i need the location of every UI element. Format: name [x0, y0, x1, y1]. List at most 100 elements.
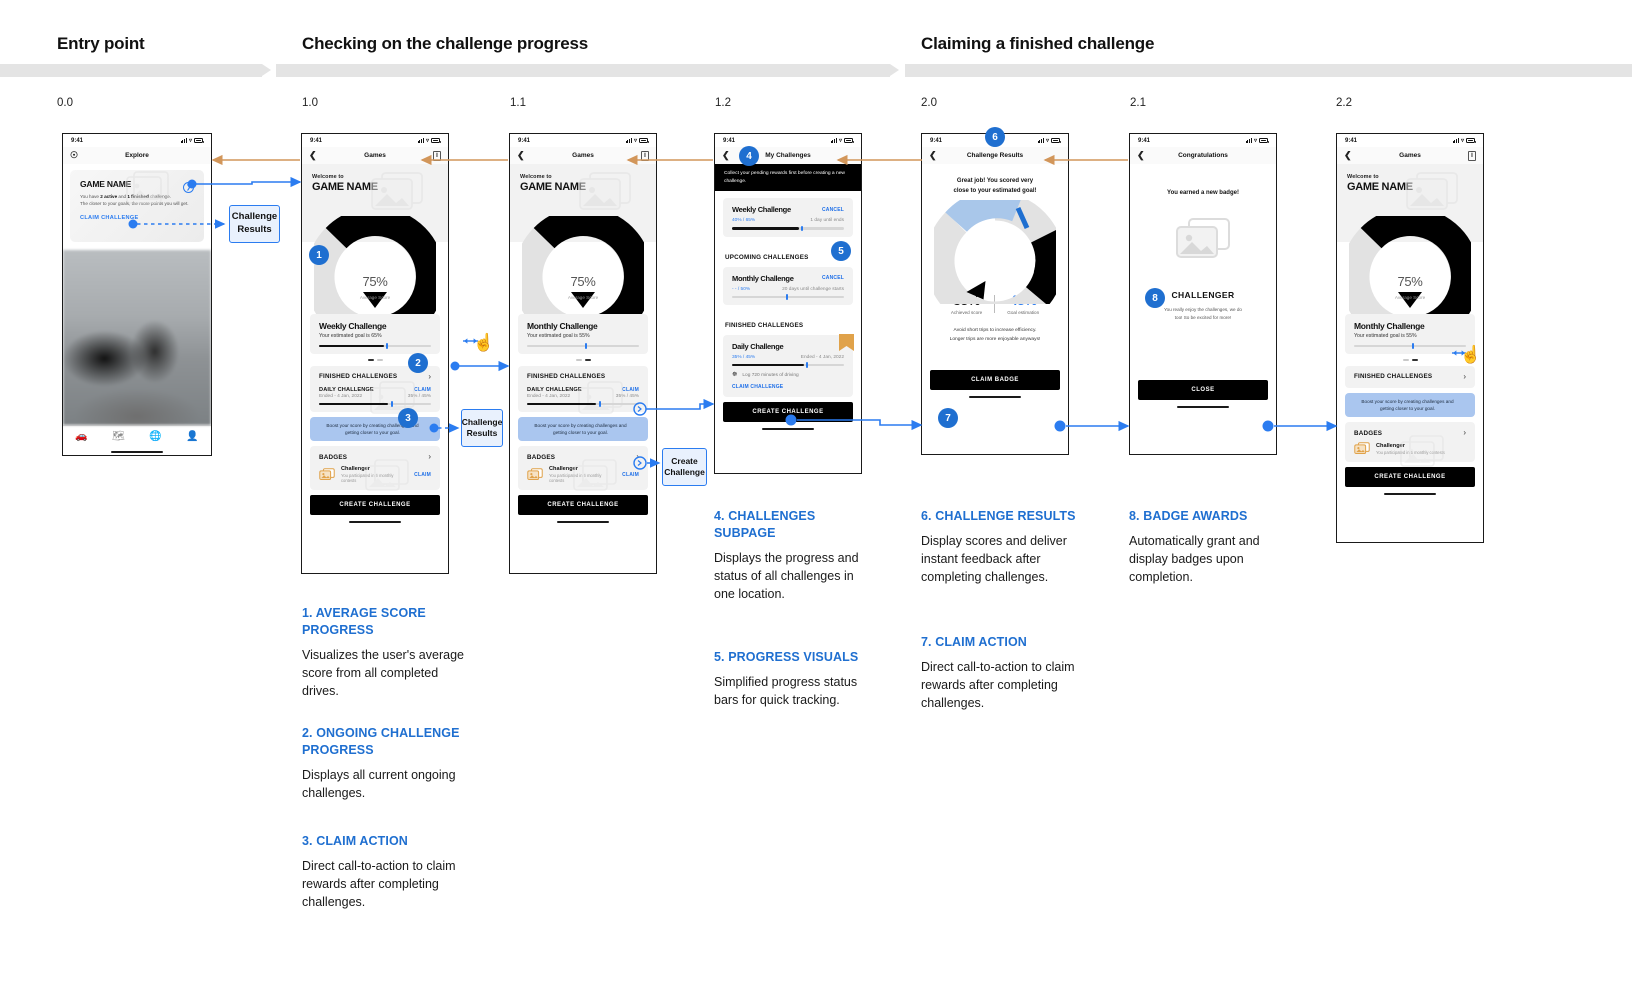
boost-tip-bar[interactable]: Boost your score by creating challenges … — [1345, 392, 1475, 418]
annotation-6: 6. CHALLENGE RESULTS Display scores and … — [921, 508, 1089, 587]
info-icon[interactable]: i — [641, 150, 649, 161]
average-score-gauge: 75% Average Score — [302, 216, 448, 316]
challenge-title: Monthly Challenge — [527, 321, 598, 331]
banner-text: Collect your pending rewards first befor… — [724, 171, 845, 184]
nav-bar: ☉ Explore — [63, 147, 211, 164]
weekly-cancel-link[interactable]: CANCEL — [822, 207, 844, 213]
explore-game-card[interactable]: GAME NAME You have 2 active and 1 finish… — [70, 170, 204, 242]
chevron-right-icon[interactable]: › — [1463, 429, 1466, 437]
signal-icon — [1037, 138, 1044, 143]
tab-globe-icon[interactable]: 🌐 — [149, 431, 161, 442]
gauge-label: Average Score — [567, 295, 599, 300]
claim-challenge-link[interactable]: CLAIM CHALLENGE — [80, 215, 194, 221]
challenge-subtitle: Your estimated goal is 55% — [527, 333, 590, 339]
chevron-right-icon[interactable]: ❯ — [183, 182, 194, 193]
chevron-right-icon[interactable]: › — [428, 453, 431, 461]
battery-icon — [194, 138, 204, 143]
headline-line-1: Great job! You scored very — [956, 178, 1034, 184]
results-headline: Great job! You scored very close to your… — [922, 164, 1068, 198]
step-number-1-1: 1.1 — [510, 97, 526, 109]
phase-band-3 — [905, 64, 1632, 77]
weekly-percent: 40% / 65% — [732, 218, 756, 224]
claim-badge-button[interactable]: CLAIM BADGE — [930, 370, 1060, 391]
tab-person-icon[interactable]: 👤 — [186, 431, 198, 442]
phone-screen-1-1: 9:41 ▿ ❮ Games i Welcome to GAME NAME 75… — [509, 133, 657, 574]
weekly-challenge-card[interactable]: Weekly Challenge CANCEL 40% / 65% 1 day … — [723, 198, 853, 237]
image-placeholder-icon — [1176, 218, 1230, 258]
image-placeholder-icon — [365, 459, 409, 492]
badges-card[interactable]: BADGES › Challenger You participated in … — [1345, 422, 1475, 467]
status-indicators: ▿ — [180, 138, 204, 144]
phase-title-entry-point: Entry point — [57, 34, 145, 53]
claim-challenge-link[interactable]: CLAIM CHALLENGE — [732, 384, 844, 390]
chevron-right-icon[interactable]: › — [1463, 372, 1466, 381]
gauge-label: Average Score — [359, 295, 391, 300]
section-title: BADGES — [527, 453, 556, 461]
signal-icon — [1452, 138, 1459, 143]
hero-section: Welcome to GAME NAME — [1337, 164, 1483, 222]
status-indicators: ▿ — [1245, 138, 1269, 144]
finished-challenges-card[interactable]: FINISHED CHALLENGES › — [1345, 365, 1475, 388]
flow-diagram-canvas: Entry point 0.0 Checking on the challeng… — [0, 0, 1632, 1005]
daily-challenge-card[interactable]: Daily Challenge 35% / 45% Ended - 4 Jan,… — [723, 333, 854, 398]
back-arrow-icon[interactable]: ❮ — [309, 151, 317, 160]
annotation-title: 4. CHALLENGES SUBPAGE — [714, 509, 816, 540]
nav-bar: ❮ Congratulations — [1130, 147, 1276, 164]
signal-icon — [180, 138, 187, 143]
tab-car-icon[interactable]: 🚗 — [75, 431, 87, 442]
create-challenge-button[interactable]: CREATE CHALLENGE — [518, 495, 648, 516]
finished-challenges-card[interactable]: FINISHED CHALLENGES › DAILY CHALLENGE CL… — [518, 365, 648, 414]
info-icon[interactable]: i — [1468, 150, 1476, 161]
info-icon[interactable]: i — [433, 150, 441, 161]
wifi-icon: ▿ — [1045, 137, 1049, 144]
monthly-title: Monthly Challenge — [732, 273, 794, 283]
image-placeholder-icon — [578, 381, 623, 414]
create-challenge-button[interactable]: CREATE CHALLENGE — [310, 495, 440, 516]
weekly-timing: 1 day until ends — [810, 218, 844, 224]
ongoing-challenge-card[interactable]: Monthly Challenge Your estimated goal is… — [518, 314, 648, 355]
callout-bubble-3: 3 — [398, 408, 418, 428]
back-arrow-icon[interactable]: ❮ — [1137, 151, 1145, 160]
step-number-1-0: 1.0 — [302, 97, 318, 109]
back-arrow-icon[interactable]: ❮ — [722, 151, 730, 160]
ongoing-challenge-card[interactable]: Weekly Challenge Your estimated goal is … — [310, 314, 440, 355]
carousel-dots[interactable] — [510, 359, 656, 361]
monthly-cancel-link[interactable]: CANCEL — [822, 275, 844, 281]
nav-bar: ❮ Games i — [510, 147, 656, 164]
create-challenge-button[interactable]: CREATE CHALLENGE — [723, 402, 853, 423]
bottom-tab-bar[interactable]: 🚗 🗺 🌐 👤 — [63, 425, 211, 447]
chevron-right-icon[interactable]: › — [636, 453, 639, 461]
headline-line-2: close to your estimated goal! — [953, 187, 1037, 194]
badges-card[interactable]: BADGES › Challenger You participated in … — [310, 446, 440, 492]
back-arrow-icon[interactable]: ❮ — [1344, 151, 1352, 160]
connector-label-challenge-results-2: Challenge Results — [461, 409, 503, 447]
signal-icon — [417, 138, 424, 143]
annotation-2: 2. ONGOING CHALLENGE PROGRESS Displays a… — [302, 725, 482, 802]
monthly-challenge-card[interactable]: Monthly Challenge CANCEL - - / 50% 20 da… — [723, 266, 853, 305]
annotation-1: 1. AVERAGE SCORE PROGRESS Visualizes the… — [302, 605, 477, 701]
finished-title: FINISHED CHALLENGES — [725, 321, 804, 329]
goal-label: Goal estimation — [1007, 310, 1040, 316]
boost-tip-bar[interactable]: Boost your score by creating challenges … — [310, 417, 440, 442]
bell-icon[interactable]: ☉ — [70, 151, 78, 160]
ongoing-challenge-card[interactable]: Monthly Challenge Your estimated goal is… — [1345, 314, 1475, 355]
connector-label-create-challenge: Create Challenge — [662, 448, 707, 486]
create-challenge-button[interactable]: CREATE CHALLENGE — [1345, 467, 1475, 488]
monthly-meta: - - / 50% 20 days until challenge starts — [732, 287, 844, 292]
finished-challenges-card[interactable]: FINISHED CHALLENGES › DAILY CHALLENGE CL… — [310, 365, 440, 414]
badges-card[interactable]: BADGES › Challenger You participated in … — [518, 446, 648, 492]
home-indicator — [1177, 405, 1229, 408]
tab-map-icon[interactable]: 🗺 — [112, 431, 125, 442]
status-time: 9:41 — [1345, 137, 1358, 144]
challenge-title: Weekly Challenge — [319, 321, 387, 331]
chevron-right-icon[interactable]: › — [432, 426, 434, 433]
chevron-right-icon[interactable]: › — [428, 372, 431, 381]
close-button[interactable]: CLOSE — [1138, 379, 1268, 400]
donut-gauge-icon — [1349, 216, 1471, 316]
back-arrow-icon[interactable]: ❮ — [929, 151, 937, 160]
tip-text: Boost your score by creating challenges … — [1361, 398, 1454, 412]
home-indicator — [111, 451, 163, 453]
back-arrow-icon[interactable]: ❮ — [517, 151, 525, 160]
status-bar: 9:41 ▿ — [1130, 134, 1276, 147]
boost-tip-bar[interactable]: Boost your score by creating challenges … — [518, 417, 648, 442]
